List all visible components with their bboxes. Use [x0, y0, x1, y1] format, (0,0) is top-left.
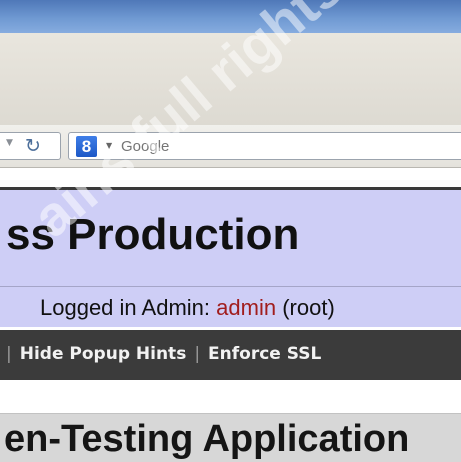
section-heading: en-Testing Application: [0, 413, 461, 462]
login-status-bar: Logged in Admin: admin (root): [0, 286, 461, 327]
address-dropdown-icon[interactable]: ▼: [6, 138, 13, 148]
browser-toolbar-area: [0, 33, 461, 125]
login-username-link[interactable]: admin: [216, 295, 276, 320]
search-engine-dropdown-icon[interactable]: ▼: [106, 141, 112, 150]
login-status: Logged in Admin: admin (root): [40, 295, 335, 321]
search-box[interactable]: 8 ▼: [68, 132, 461, 160]
menu-separator: |: [194, 344, 201, 364]
address-bar[interactable]: ▼ ↻: [0, 132, 61, 160]
menu-item-enforce-ssl[interactable]: Enforce SSL: [208, 344, 321, 364]
login-role: (root): [282, 295, 335, 320]
browser-titlebar: [0, 0, 461, 33]
site-title: ss Production: [6, 210, 300, 259]
menu-row: | Hide Popup Hints | Enforce SSL: [0, 344, 321, 364]
search-input[interactable]: [121, 136, 421, 156]
menu-separator: |: [6, 344, 12, 364]
main-menu: | Hide Popup Hints | Enforce SSL: [0, 330, 461, 380]
google-search-engine-icon[interactable]: 8: [76, 136, 97, 157]
browser-navigation-bar: ▼ ↻ 8 ▼: [0, 125, 461, 168]
login-label: Logged in Admin:: [40, 295, 211, 320]
section-heading-text: en-Testing Application: [4, 418, 410, 460]
menu-item-hide-popup-hints[interactable]: Hide Popup Hints: [20, 344, 187, 364]
reload-icon[interactable]: ↻: [25, 134, 41, 158]
site-header: ss Production: [0, 187, 461, 286]
